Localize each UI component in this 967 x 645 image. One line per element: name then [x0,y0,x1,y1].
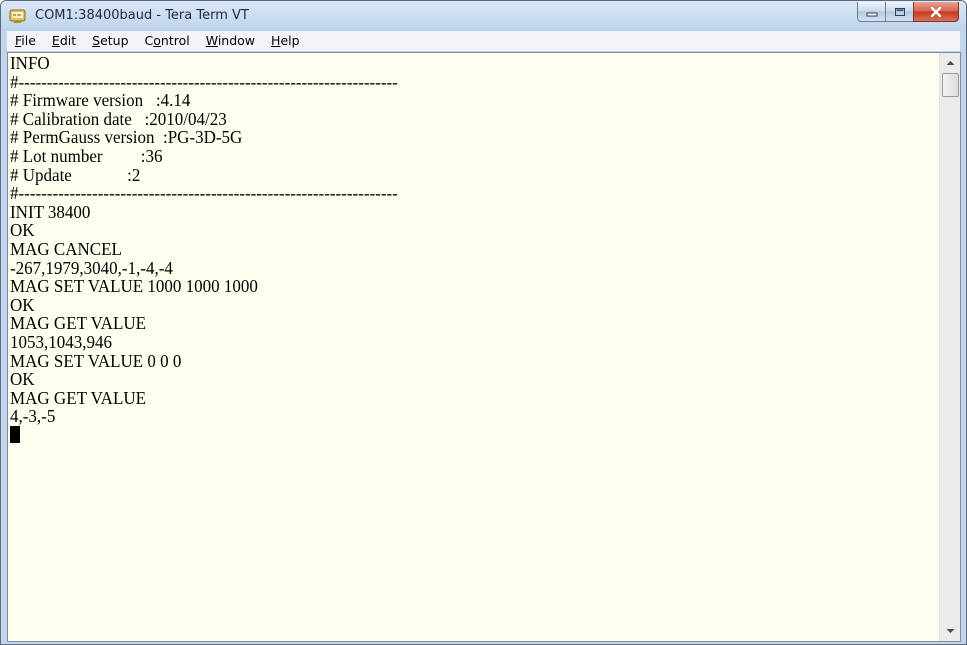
window-title: COM1:38400baud - Tera Term VT [35,8,249,23]
terminal-line: OK [10,294,35,315]
terminal-line: #---------------------------------------… [10,183,398,204]
terminal-line: MAG GET VALUE [10,313,147,334]
caption-buttons [857,2,959,22]
close-button[interactable] [913,2,959,22]
menu-edit[interactable]: Edit [44,31,84,51]
terminal-line: MAG SET VALUE 0 0 0 [10,350,182,371]
scroll-up-button[interactable] [940,53,960,73]
terminal-line: MAG CANCEL [10,238,122,260]
terminal-line: OK [10,220,35,241]
terminal-line: 4,-3,-5 [10,406,56,427]
scroll-down-arrow-icon [946,629,954,633]
menu-control[interactable]: Control [137,31,198,51]
menu-setup-label: etup [100,33,129,48]
menu-window-label: indow [217,33,256,48]
menu-window-accel: W [205,33,218,48]
terminal-line: INIT 38400 [10,201,91,222]
menu-file[interactable]: File [7,31,44,51]
terminal-line: OK [10,369,35,390]
terminal-line: MAG GET VALUE [10,387,147,408]
terminal-line: # Firmware version :4.14 [10,90,191,111]
scroll-up-arrow-icon [946,61,954,65]
terminal-line: # Lot number :36 [10,145,163,167]
menu-help-label: elp [280,33,300,48]
menu-edit-label: dit [59,33,77,48]
menu-control-label: ntrol [160,33,190,48]
menu-edit-accel: E [51,33,60,48]
menu-control-accel: o [153,33,161,48]
text-cursor [10,425,20,443]
title-bar[interactable]: COM1:38400baud - Tera Term VT [1,1,966,31]
scroll-down-button[interactable] [940,621,960,641]
scroll-thumb[interactable] [942,73,959,97]
terminal-line: INFO [10,54,50,74]
maximize-icon [894,7,905,16]
terminal-line: MAG SET VALUE 1000 1000 1000 [10,276,258,297]
terminal-client-area: INFO #----------------------------------… [7,52,961,642]
menu-file-label: ile [21,33,36,48]
terminal-cursor-line [10,425,938,446]
close-icon [930,6,942,17]
menu-bar: File Edit Setup Control Window Help [7,31,960,51]
menu-control-prefix: C [144,33,154,48]
tera-term-window: COM1:38400baud - Tera Term VT File Edit … [0,0,967,645]
menu-help[interactable]: Help [263,31,308,51]
terminal-line: 1053,1043,946 [10,331,112,352]
menu-setup[interactable]: Setup [84,31,136,51]
menu-setup-accel: S [92,33,101,48]
minimize-icon [866,12,877,16]
vertical-scrollbar[interactable] [939,53,960,641]
minimize-button[interactable] [857,2,886,22]
menu-window[interactable]: Window [198,31,263,51]
maximize-button[interactable] [885,2,914,22]
terminal-output[interactable]: INFO #----------------------------------… [10,54,938,640]
tera-term-icon[interactable] [9,7,26,24]
